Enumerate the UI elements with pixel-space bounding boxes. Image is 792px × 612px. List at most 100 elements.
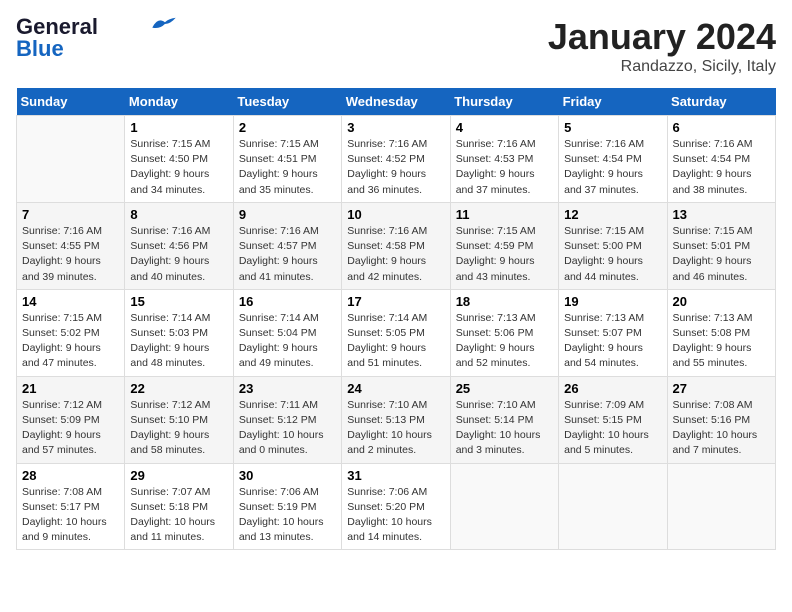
day-number: 6 <box>673 120 770 135</box>
day-number: 28 <box>22 468 119 483</box>
calendar-day-cell: 25Sunrise: 7:10 AM Sunset: 5:14 PM Dayli… <box>450 376 558 463</box>
calendar-empty-cell <box>559 463 667 550</box>
calendar-day-cell: 1Sunrise: 7:15 AM Sunset: 4:50 PM Daylig… <box>125 116 233 203</box>
day-number: 19 <box>564 294 661 309</box>
day-info: Sunrise: 7:14 AM Sunset: 5:03 PM Dayligh… <box>130 311 227 372</box>
day-info: Sunrise: 7:09 AM Sunset: 5:15 PM Dayligh… <box>564 398 661 459</box>
calendar-day-cell: 16 Sunrise: 7:14 AM Sunset: 5:04 PM Dayli… <box>233 289 341 376</box>
day-info: Sunrise: 7:07 AM Sunset: 5:18 PM Dayligh… <box>130 485 227 546</box>
day-number: 26 <box>564 381 661 396</box>
weekday-header-thursday: Thursday <box>450 88 558 116</box>
day-info: Sunrise: 7:12 AM Sunset: 5:10 PM Dayligh… <box>130 398 227 459</box>
day-info: Sunrise: 7:16 AM Sunset: 4:54 PM Dayligh… <box>673 137 770 198</box>
location-text: Randazzo, Sicily, Italy <box>548 58 776 76</box>
calendar-day-cell: 9 Sunrise: 7:16 AM Sunset: 4:57 PM Daylig… <box>233 202 341 289</box>
calendar-week-row: 1Sunrise: 7:15 AM Sunset: 4:50 PM Daylig… <box>17 116 776 203</box>
day-number: 7 <box>22 207 119 222</box>
calendar-empty-cell <box>450 463 558 550</box>
calendar-day-cell: 18 Sunrise: 7:13 AM Sunset: 5:06 PM Dayli… <box>450 289 558 376</box>
day-info: Sunrise: 7:08 AM Sunset: 5:17 PM Dayligh… <box>22 485 119 546</box>
logo-blue-text: Blue <box>16 38 64 60</box>
day-number: 24 <box>347 381 444 396</box>
weekday-header-tuesday: Tuesday <box>233 88 341 116</box>
calendar-day-cell: 28 Sunrise: 7:08 AM Sunset: 5:17 PM Dayli… <box>17 463 125 550</box>
calendar-header-row: SundayMondayTuesdayWednesdayThursdayFrid… <box>17 88 776 116</box>
logo-text: General <box>16 16 98 38</box>
day-number: 30 <box>239 468 336 483</box>
day-number: 20 <box>673 294 770 309</box>
day-number: 11 <box>456 207 553 222</box>
weekday-header-wednesday: Wednesday <box>342 88 450 116</box>
calendar-empty-cell <box>667 463 775 550</box>
calendar-day-cell: 30 Sunrise: 7:06 AM Sunset: 5:19 PM Dayli… <box>233 463 341 550</box>
day-info: Sunrise: 7:15 AM Sunset: 5:01 PM Dayligh… <box>673 224 770 285</box>
calendar-day-cell: 23 Sunrise: 7:11 AM Sunset: 5:12 PM Dayli… <box>233 376 341 463</box>
calendar-day-cell: 24 Sunrise: 7:10 AM Sunset: 5:13 PM Dayli… <box>342 376 450 463</box>
day-number: 1 <box>130 120 227 135</box>
day-number: 9 <box>239 207 336 222</box>
calendar-week-row: 28 Sunrise: 7:08 AM Sunset: 5:17 PM Dayli… <box>17 463 776 550</box>
calendar-day-cell: 8Sunrise: 7:16 AM Sunset: 4:56 PM Daylig… <box>125 202 233 289</box>
day-info: Sunrise: 7:10 AM Sunset: 5:14 PM Dayligh… <box>456 398 553 459</box>
calendar-day-cell: 4 Sunrise: 7:16 AM Sunset: 4:53 PM Daylig… <box>450 116 558 203</box>
calendar-day-cell: 20 Sunrise: 7:13 AM Sunset: 5:08 PM Dayli… <box>667 289 775 376</box>
day-number: 22 <box>130 381 227 396</box>
day-info: Sunrise: 7:16 AM Sunset: 4:54 PM Dayligh… <box>564 137 661 198</box>
day-number: 14 <box>22 294 119 309</box>
day-number: 17 <box>347 294 444 309</box>
weekday-header-friday: Friday <box>559 88 667 116</box>
day-info: Sunrise: 7:06 AM Sunset: 5:19 PM Dayligh… <box>239 485 336 546</box>
calendar-day-cell: 31Sunrise: 7:06 AM Sunset: 5:20 PM Dayli… <box>342 463 450 550</box>
weekday-header-sunday: Sunday <box>17 88 125 116</box>
day-number: 2 <box>239 120 336 135</box>
calendar-day-cell: 27 Sunrise: 7:08 AM Sunset: 5:16 PM Dayli… <box>667 376 775 463</box>
calendar-day-cell: 6 Sunrise: 7:16 AM Sunset: 4:54 PM Daylig… <box>667 116 775 203</box>
weekday-header-saturday: Saturday <box>667 88 775 116</box>
day-number: 16 <box>239 294 336 309</box>
day-info: Sunrise: 7:11 AM Sunset: 5:12 PM Dayligh… <box>239 398 336 459</box>
calendar-empty-cell <box>17 116 125 203</box>
day-info: Sunrise: 7:08 AM Sunset: 5:16 PM Dayligh… <box>673 398 770 459</box>
day-info: Sunrise: 7:16 AM Sunset: 4:52 PM Dayligh… <box>347 137 444 198</box>
logo: General Blue <box>16 16 178 60</box>
day-number: 3 <box>347 120 444 135</box>
day-number: 18 <box>456 294 553 309</box>
day-info: Sunrise: 7:14 AM Sunset: 5:04 PM Dayligh… <box>239 311 336 372</box>
calendar-day-cell: 10Sunrise: 7:16 AM Sunset: 4:58 PM Dayli… <box>342 202 450 289</box>
calendar-day-cell: 22 Sunrise: 7:12 AM Sunset: 5:10 PM Dayli… <box>125 376 233 463</box>
day-number: 29 <box>130 468 227 483</box>
day-number: 10 <box>347 207 444 222</box>
calendar-day-cell: 11 Sunrise: 7:15 AM Sunset: 4:59 PM Dayli… <box>450 202 558 289</box>
day-number: 13 <box>673 207 770 222</box>
day-number: 8 <box>130 207 227 222</box>
day-number: 15 <box>130 294 227 309</box>
calendar-day-cell: 5 Sunrise: 7:16 AM Sunset: 4:54 PM Daylig… <box>559 116 667 203</box>
day-number: 5 <box>564 120 661 135</box>
day-info: Sunrise: 7:10 AM Sunset: 5:13 PM Dayligh… <box>347 398 444 459</box>
calendar-day-cell: 19 Sunrise: 7:13 AM Sunset: 5:07 PM Dayli… <box>559 289 667 376</box>
weekday-header-monday: Monday <box>125 88 233 116</box>
day-info: Sunrise: 7:15 AM Sunset: 5:00 PM Dayligh… <box>564 224 661 285</box>
calendar-day-cell: 3 Sunrise: 7:16 AM Sunset: 4:52 PM Daylig… <box>342 116 450 203</box>
calendar-day-cell: 7Sunrise: 7:16 AM Sunset: 4:55 PM Daylig… <box>17 202 125 289</box>
day-info: Sunrise: 7:15 AM Sunset: 4:51 PM Dayligh… <box>239 137 336 198</box>
calendar-day-cell: 13 Sunrise: 7:15 AM Sunset: 5:01 PM Dayli… <box>667 202 775 289</box>
day-number: 27 <box>673 381 770 396</box>
day-info: Sunrise: 7:13 AM Sunset: 5:08 PM Dayligh… <box>673 311 770 372</box>
day-info: Sunrise: 7:15 AM Sunset: 4:59 PM Dayligh… <box>456 224 553 285</box>
day-info: Sunrise: 7:16 AM Sunset: 4:53 PM Dayligh… <box>456 137 553 198</box>
calendar-day-cell: 29 Sunrise: 7:07 AM Sunset: 5:18 PM Dayli… <box>125 463 233 550</box>
day-info: Sunrise: 7:13 AM Sunset: 5:07 PM Dayligh… <box>564 311 661 372</box>
title-block: January 2024 Randazzo, Sicily, Italy <box>548 16 776 76</box>
calendar-week-row: 21Sunrise: 7:12 AM Sunset: 5:09 PM Dayli… <box>17 376 776 463</box>
day-number: 4 <box>456 120 553 135</box>
calendar-day-cell: 21Sunrise: 7:12 AM Sunset: 5:09 PM Dayli… <box>17 376 125 463</box>
calendar-day-cell: 26 Sunrise: 7:09 AM Sunset: 5:15 PM Dayli… <box>559 376 667 463</box>
day-info: Sunrise: 7:13 AM Sunset: 5:06 PM Dayligh… <box>456 311 553 372</box>
calendar-day-cell: 17Sunrise: 7:14 AM Sunset: 5:05 PM Dayli… <box>342 289 450 376</box>
day-number: 21 <box>22 381 119 396</box>
day-info: Sunrise: 7:16 AM Sunset: 4:57 PM Dayligh… <box>239 224 336 285</box>
month-title: January 2024 <box>548 16 776 58</box>
calendar-week-row: 14Sunrise: 7:15 AM Sunset: 5:02 PM Dayli… <box>17 289 776 376</box>
day-number: 23 <box>239 381 336 396</box>
